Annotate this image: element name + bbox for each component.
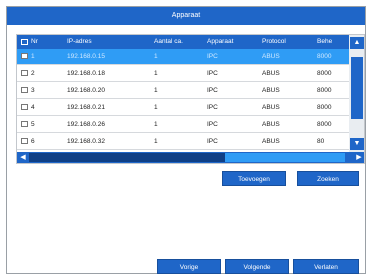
cell-nr: 3 (31, 87, 35, 94)
col-header-count: Aantal ca. (154, 38, 183, 45)
cell-ip: 192.168.0.18 (67, 70, 105, 77)
row-checkbox[interactable] (21, 138, 28, 144)
cell-count: 1 (154, 70, 158, 77)
vertical-scroll-thumb[interactable] (351, 57, 363, 119)
cell-device: IPC (207, 121, 218, 128)
device-dialog: Apparaat Nr IP-adres Aantal ca. Apparaat… (6, 6, 366, 274)
cell-count: 1 (154, 138, 158, 145)
cell-ip: 192.168.0.26 (67, 121, 105, 128)
cell-ip: 192.168.0.21 (67, 104, 105, 111)
cell-nr: 2 (31, 70, 35, 77)
cell-nr: 5 (31, 121, 35, 128)
cell-protocol: ABUS (262, 104, 280, 111)
col-header-ip: IP-adres (67, 38, 92, 45)
row-checkbox[interactable] (21, 121, 28, 127)
horizontal-scroll-track[interactable] (225, 153, 345, 162)
vertical-scrollbar[interactable]: ▲ ▼ (349, 35, 364, 152)
search-button[interactable]: Zoeken (297, 171, 359, 186)
row-checkbox[interactable] (21, 70, 28, 76)
cell-protocol: ABUS (262, 121, 280, 128)
scroll-up-icon[interactable]: ▲ (350, 37, 364, 49)
col-header-nr: Nr (31, 38, 38, 45)
cell-ip: 192.168.0.15 (67, 53, 105, 60)
cell-port: 8000 (317, 53, 332, 60)
dialog-title: Apparaat (7, 7, 365, 25)
cell-count: 1 (154, 121, 158, 128)
cell-count: 1 (154, 104, 158, 111)
scroll-left-icon[interactable]: ◀ (17, 152, 29, 163)
table-row[interactable]: 6 192.168.0.32 1 IPC ABUS 80 (17, 134, 349, 150)
cell-protocol: ABUS (262, 87, 280, 94)
table-row[interactable]: 5 192.168.0.26 1 IPC ABUS 8000 (17, 117, 349, 133)
horizontal-scroll-thumb[interactable] (29, 153, 225, 162)
cancel-button[interactable]: Verlaten (293, 259, 359, 274)
cell-ip: 192.168.0.20 (67, 87, 105, 94)
previous-button[interactable]: Vorige (157, 259, 221, 274)
cell-protocol: ABUS (262, 138, 280, 145)
cell-device: IPC (207, 70, 218, 77)
cell-device: IPC (207, 138, 218, 145)
table-row[interactable]: 2 192.168.0.18 1 IPC ABUS 8000 (17, 66, 349, 82)
cell-protocol: ABUS (262, 70, 280, 77)
select-all-checkbox[interactable] (21, 39, 28, 45)
horizontal-scrollbar[interactable]: ◀ ▶ (17, 152, 364, 163)
cell-nr: 4 (31, 104, 35, 111)
table-row[interactable]: 4 192.168.0.21 1 IPC ABUS 8000 (17, 100, 349, 116)
col-header-device: Apparaat (207, 38, 234, 45)
next-button[interactable]: Volgende (225, 259, 289, 274)
add-button[interactable]: Toevoegen (222, 171, 286, 186)
cell-device: IPC (207, 53, 218, 60)
cell-nr: 6 (31, 138, 35, 145)
cell-ip: 192.168.0.32 (67, 138, 105, 145)
row-checkbox[interactable] (21, 53, 28, 59)
cell-device: IPC (207, 104, 218, 111)
cell-port: 8000 (317, 87, 332, 94)
cell-device: IPC (207, 87, 218, 94)
scroll-right-icon[interactable]: ▶ (353, 152, 364, 163)
table-row[interactable]: 3 192.168.0.20 1 IPC ABUS 8000 (17, 83, 349, 99)
row-checkbox[interactable] (21, 87, 28, 93)
cell-port: 8000 (317, 70, 332, 77)
device-table: Nr IP-adres Aantal ca. Apparaat Protocol… (16, 34, 365, 164)
scroll-down-icon[interactable]: ▼ (350, 138, 364, 150)
table-header: Nr IP-adres Aantal ca. Apparaat Protocol… (17, 35, 349, 49)
cell-count: 1 (154, 87, 158, 94)
cell-protocol: ABUS (262, 53, 280, 60)
cell-port: 8000 (317, 121, 332, 128)
row-checkbox[interactable] (21, 104, 28, 110)
col-header-port: Behe (317, 38, 333, 45)
cell-nr: 1 (31, 53, 35, 60)
cell-port: 8000 (317, 104, 332, 111)
table-row[interactable]: 1 192.168.0.15 1 IPC ABUS 8000 (17, 49, 349, 65)
col-header-protocol: Protocol (262, 38, 286, 45)
cell-port: 80 (317, 138, 325, 145)
cell-count: 1 (154, 53, 158, 60)
